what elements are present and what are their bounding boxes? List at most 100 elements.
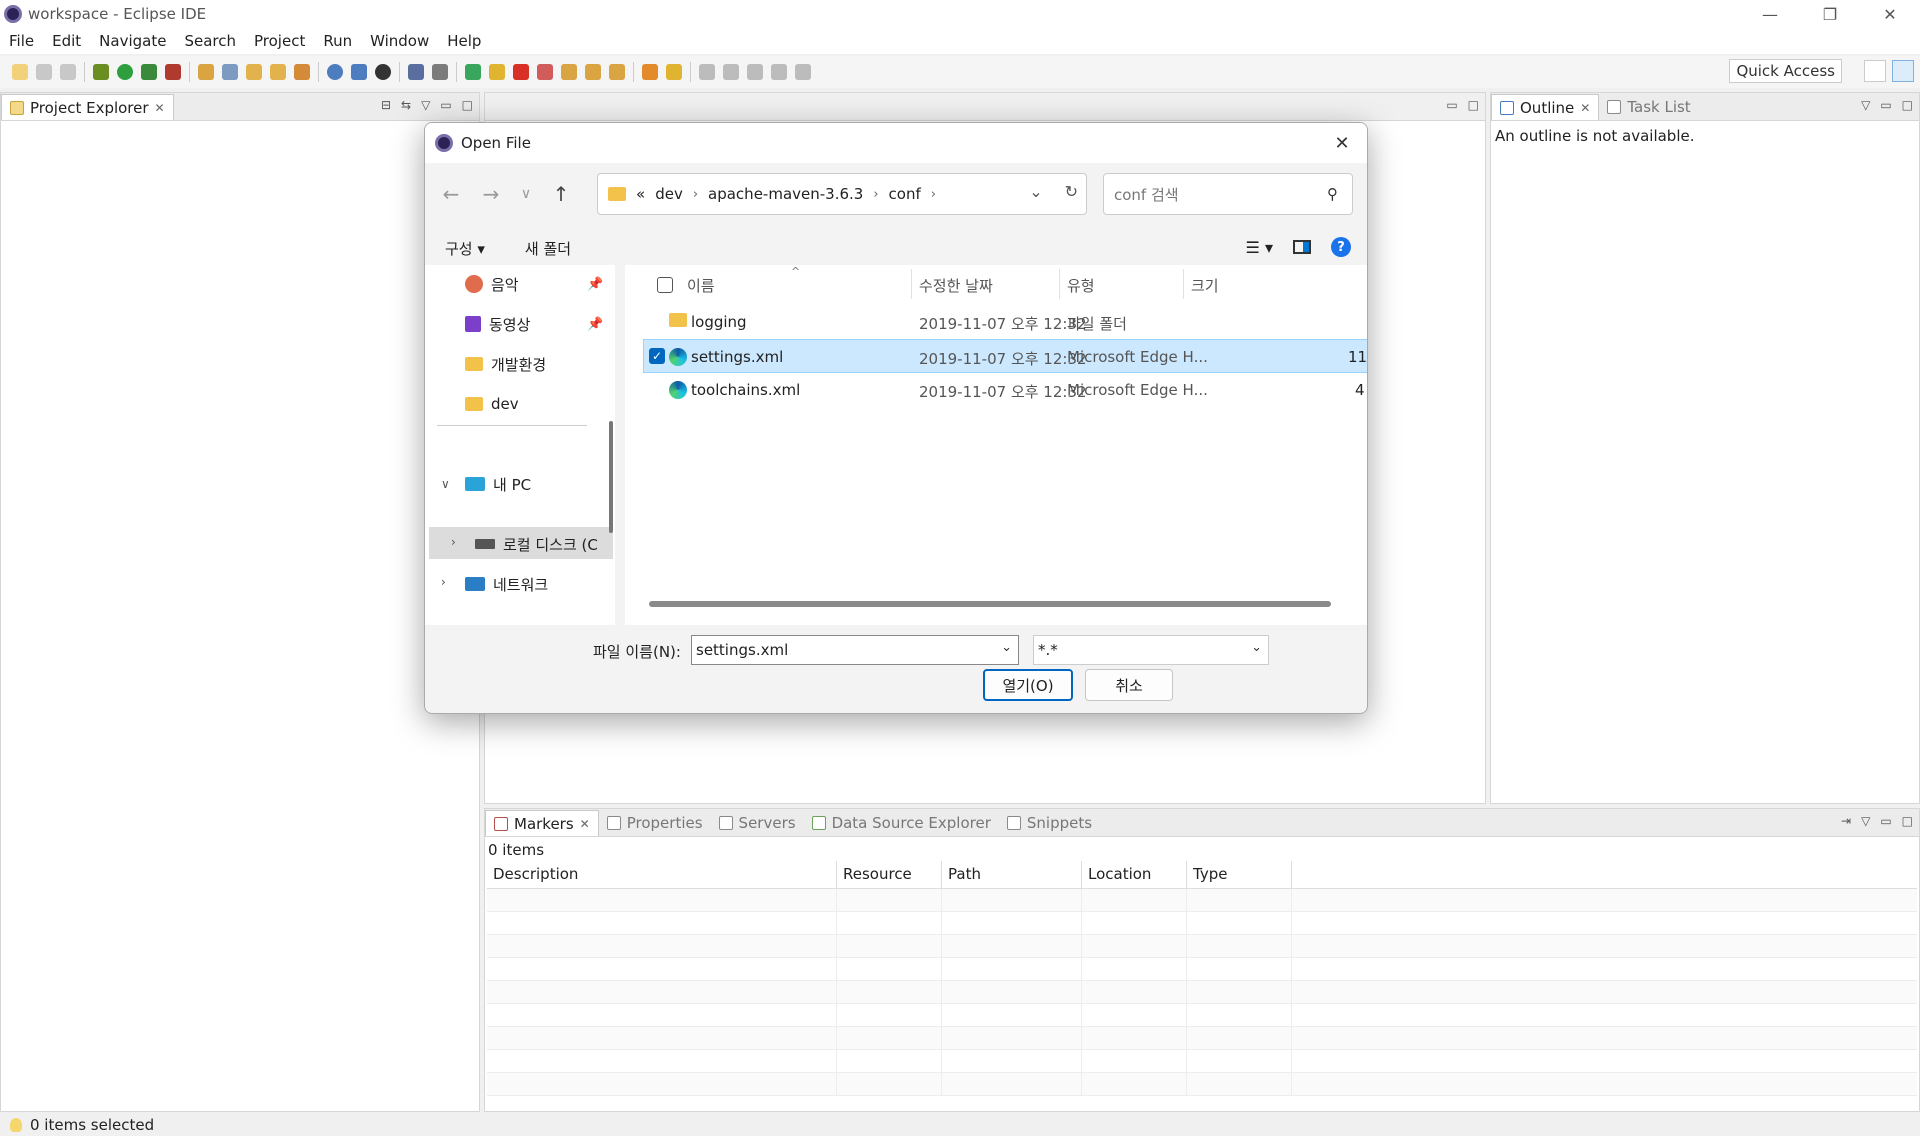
column-size[interactable]: 크기	[1191, 275, 1219, 296]
forward-icon[interactable]	[795, 64, 811, 80]
tab-snippets[interactable]: Snippets	[999, 810, 1100, 836]
skip-breakpoints-icon[interactable]	[432, 64, 448, 80]
menu-run[interactable]: Run	[314, 32, 361, 50]
save-icon[interactable]	[36, 64, 52, 80]
coverage-icon[interactable]	[141, 64, 157, 80]
menu-project[interactable]: Project	[245, 32, 314, 50]
deploy-icon[interactable]	[351, 64, 367, 80]
minimize-button[interactable]: —	[1740, 0, 1800, 28]
java-ee-perspective-icon[interactable]	[1892, 60, 1914, 82]
back-arrow-icon[interactable]: ←	[431, 177, 471, 211]
column-location[interactable]: Location	[1082, 861, 1187, 888]
organize-button[interactable]: 구성 ▾	[425, 238, 505, 259]
save-all-icon[interactable]	[60, 64, 76, 80]
column-resource[interactable]: Resource	[837, 861, 942, 888]
file-row-toolchains[interactable]: toolchains.xml 2019-11-07 오후 12:32 Micro…	[643, 373, 1367, 407]
breadcrumb-separator[interactable]: ›	[873, 187, 878, 202]
view-menu-icon[interactable]: ▽	[421, 98, 430, 112]
open-type-icon[interactable]	[246, 64, 262, 80]
breadcrumb-overflow[interactable]: «	[636, 185, 645, 203]
cancel-button[interactable]: 취소	[1085, 669, 1173, 701]
next-annotation-icon[interactable]	[699, 64, 715, 80]
quick-access-field[interactable]: Quick Access	[1729, 59, 1842, 83]
whitespace-icon[interactable]	[666, 64, 682, 80]
back-icon[interactable]	[771, 64, 787, 80]
close-icon[interactable]: ✕	[155, 101, 165, 115]
new-server-icon[interactable]	[198, 64, 214, 80]
resume-icon[interactable]	[465, 64, 481, 80]
menu-navigate[interactable]: Navigate	[90, 32, 175, 50]
close-icon[interactable]: ✕	[580, 817, 590, 831]
breadcrumb-conf[interactable]: conf	[889, 185, 921, 203]
column-divider[interactable]	[1183, 269, 1184, 299]
file-row-logging[interactable]: logging 2019-11-07 오후 12:32 파일 폴더	[643, 305, 1367, 339]
open-button[interactable]: 열기(O)	[983, 669, 1073, 701]
toggle-annotation-icon[interactable]	[642, 64, 658, 80]
step-over-icon[interactable]	[585, 64, 601, 80]
filter-icon[interactable]: ⇥	[1841, 814, 1851, 828]
history-dropdown-icon[interactable]: ⌄	[1029, 182, 1042, 201]
tab-servers[interactable]: Servers	[711, 810, 804, 836]
recent-locations-icon[interactable]: ∨	[511, 177, 541, 211]
tab-project-explorer[interactable]: Project Explorer ✕	[1, 94, 174, 120]
select-all-checkbox[interactable]	[657, 277, 673, 293]
nav-item-music[interactable]: 음악 📌	[465, 271, 603, 297]
nav-item-local-disk[interactable]: 로컬 디스크 (C	[475, 531, 598, 557]
restore-button[interactable]: ❐	[1800, 0, 1860, 28]
maximize-icon[interactable]: □	[462, 98, 473, 112]
nav-item-dev-env[interactable]: 개발환경	[465, 351, 546, 377]
tab-data-source-explorer[interactable]: Data Source Explorer	[804, 810, 999, 836]
view-menu-icon[interactable]: ▽	[1861, 814, 1870, 828]
column-date[interactable]: 수정한 날짜	[919, 275, 993, 296]
breadcrumb-maven[interactable]: apache-maven-3.6.3	[708, 185, 863, 203]
chevron-right-icon[interactable]: ›	[441, 575, 446, 589]
open-perspective-icon[interactable]	[1864, 60, 1886, 82]
last-edit-icon[interactable]	[747, 64, 763, 80]
column-description[interactable]: Description	[487, 861, 837, 888]
link-editor-icon[interactable]: ⇆	[401, 98, 411, 112]
close-icon[interactable]: ✕	[1580, 101, 1590, 115]
chevron-down-icon[interactable]: ⌄	[1251, 640, 1262, 655]
nav-item-video[interactable]: 동영상 📌	[465, 311, 603, 337]
menu-help[interactable]: Help	[438, 32, 490, 50]
step-return-icon[interactable]	[609, 64, 625, 80]
tab-markers[interactable]: Markers ✕	[485, 810, 599, 836]
help-icon[interactable]: ?	[1331, 237, 1351, 257]
nav-item-network[interactable]: 네트워크	[465, 571, 548, 597]
filename-input[interactable]: settings.xml ⌄	[691, 635, 1019, 665]
new-folder-button[interactable]: 새 폴더	[505, 238, 591, 259]
minimize-icon[interactable]: ▭	[1880, 814, 1891, 828]
chevron-right-icon[interactable]: ›	[451, 535, 456, 549]
external-tools-icon[interactable]	[165, 64, 181, 80]
maximize-icon[interactable]: □	[1902, 814, 1913, 828]
tab-properties[interactable]: Properties	[599, 810, 711, 836]
maximize-icon[interactable]: □	[1468, 98, 1479, 112]
debug-icon[interactable]	[93, 64, 109, 80]
file-row-settings[interactable]: ✓ settings.xml 2019-11-07 오후 12:32 Micro…	[643, 339, 1367, 373]
run-icon[interactable]	[117, 64, 133, 80]
column-path[interactable]: Path	[942, 861, 1082, 888]
view-menu-icon[interactable]: ▽	[1861, 98, 1870, 112]
breadcrumb-dev[interactable]: dev	[655, 185, 683, 203]
prev-annotation-icon[interactable]	[723, 64, 739, 80]
collapse-all-icon[interactable]: ⊟	[381, 98, 391, 112]
column-divider[interactable]	[1059, 269, 1060, 299]
minimize-icon[interactable]: ▭	[440, 98, 451, 112]
menu-edit[interactable]: Edit	[43, 32, 90, 50]
row-checkbox[interactable]: ✓	[649, 348, 665, 364]
chevron-down-icon[interactable]: ⌄	[1001, 640, 1012, 655]
file-type-filter[interactable]: *.* ⌄	[1033, 635, 1269, 665]
step-into-icon[interactable]	[561, 64, 577, 80]
terminal-icon[interactable]	[408, 64, 424, 80]
open-task-icon[interactable]	[270, 64, 286, 80]
close-window-button[interactable]: ✕	[1860, 0, 1920, 28]
profile-icon[interactable]	[375, 64, 391, 80]
chevron-down-icon[interactable]: ∨	[441, 477, 450, 491]
forward-arrow-icon[interactable]: →	[471, 177, 511, 211]
dialog-close-button[interactable]: ✕	[1327, 129, 1357, 157]
preview-pane-icon[interactable]	[1293, 240, 1311, 254]
disconnect-icon[interactable]	[537, 64, 553, 80]
new-icon[interactable]	[12, 64, 28, 80]
terminate-icon[interactable]	[513, 64, 529, 80]
search-tool-icon[interactable]	[294, 64, 310, 80]
